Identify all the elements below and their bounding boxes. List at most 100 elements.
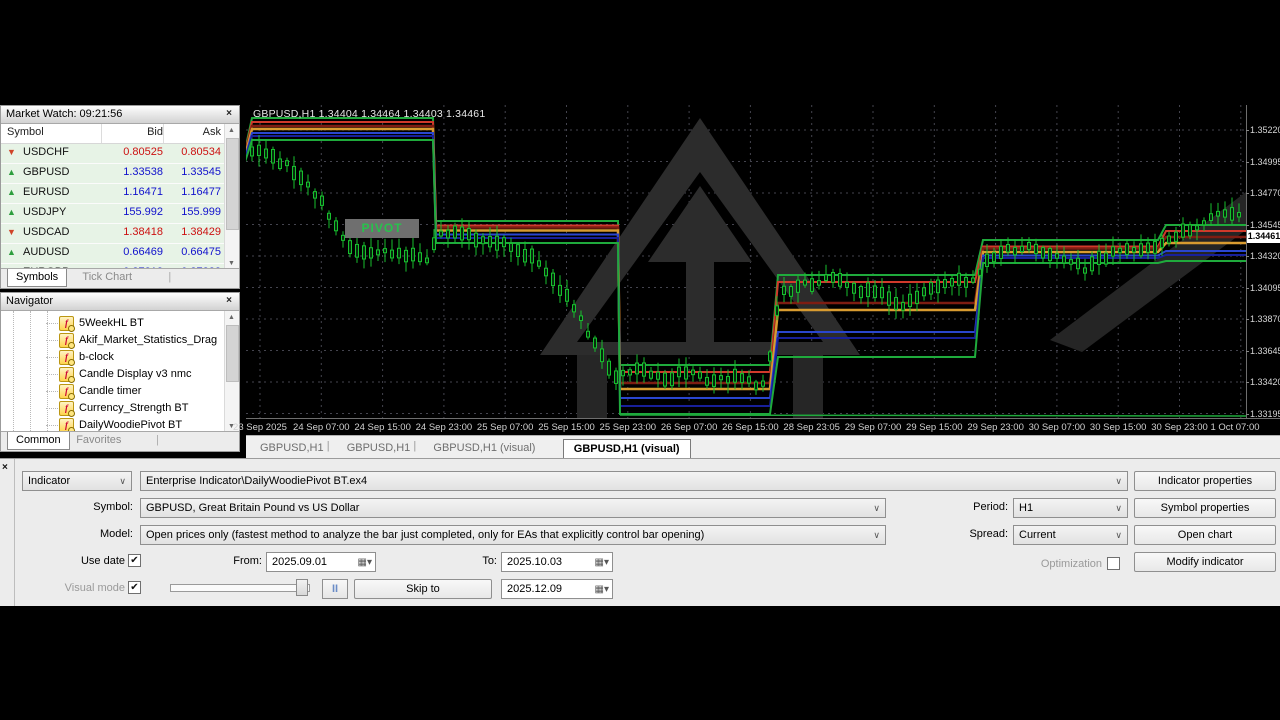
visual-mode-checkbox[interactable]: ✔ <box>128 581 141 594</box>
close-icon[interactable]: × <box>222 294 236 308</box>
market-watch-row[interactable]: ▲USDJPY155.992155.999 <box>1 204 239 224</box>
navigator-tab-favorites[interactable]: Favorites <box>68 432 129 449</box>
chart-area[interactable]: GBPUSD,H1 1.34404 1.34464 1.34403 1.3446… <box>246 105 1280 435</box>
skip-date-field[interactable]: 2025.12.09▦▾ <box>501 579 613 599</box>
navigator-item-5weekhl-bt[interactable]: f5WeekHL BT <box>1 315 239 332</box>
period-select[interactable]: H1∨ <box>1013 498 1128 518</box>
market-watch-rows: ▼USDCHF0.805250.80534▲GBPUSD1.335381.335… <box>1 144 239 272</box>
scroll-up-icon[interactable]: ▲ <box>225 311 238 324</box>
chevron-down-icon: ∨ <box>1115 526 1122 544</box>
chart-tab-2[interactable]: GBPUSD,H1 <box>337 439 421 458</box>
tab-separator: | <box>327 440 330 452</box>
navigator-item-label: Candle timer <box>79 385 141 397</box>
chevron-down-icon: ∨ <box>119 472 126 490</box>
navigator-titlebar[interactable]: Navigator × <box>1 293 239 311</box>
symbol-select[interactable]: GBPUSD, Great Britain Pound vs US Dollar… <box>140 498 886 518</box>
time-axis[interactable]: 23 Sep 202524 Sep 07:0024 Sep 15:0024 Se… <box>246 418 1280 436</box>
period-label: Period: <box>940 501 1008 513</box>
price-tick-label: 1.33645 <box>1250 346 1280 356</box>
chevron-down-icon: ∨ <box>873 526 880 544</box>
indicator-path-value: Enterprise Indicator\DailyWoodiePivot BT… <box>146 475 367 487</box>
price-tick-label: 1.33195 <box>1250 409 1280 419</box>
candlestick-series <box>251 135 1241 395</box>
tester-mode-select[interactable]: Indicator∨ <box>22 471 132 491</box>
symbol-name: USDJPY <box>23 206 66 218</box>
chart-tab-3[interactable]: GBPUSD,H1 (visual) <box>423 439 545 458</box>
chart-tab-bar: GBPUSD,H1|GBPUSD,H1|GBPUSD,H1 (visual)GB… <box>246 435 1280 459</box>
price-tick <box>1246 162 1249 163</box>
navigator-tab-common[interactable]: Common <box>7 432 70 450</box>
navigator-item-candle-timer[interactable]: f Candle timer <box>1 383 239 400</box>
visual-speed-slider[interactable] <box>170 584 310 592</box>
indicator-properties-button[interactable]: Indicator properties <box>1134 471 1276 491</box>
price-tick <box>1246 351 1249 352</box>
chevron-down-icon: ∨ <box>1115 472 1122 490</box>
to-date-field[interactable]: 2025.10.03▦▾ <box>501 552 613 572</box>
navigator-item-label: 5WeekHL BT <box>79 317 144 329</box>
chart-canvas[interactable] <box>246 105 1246 418</box>
spread-select[interactable]: Current∨ <box>1013 525 1128 545</box>
close-icon[interactable]: × <box>2 462 8 473</box>
navigator-item-currency-strength-bt[interactable]: fCurrency_Strength BT <box>1 400 239 417</box>
symbol-properties-button[interactable]: Symbol properties <box>1134 498 1276 518</box>
use-date-checkbox[interactable]: ✔ <box>128 554 141 567</box>
market-watch-row[interactable]: ▼USDCAD1.384181.38429 <box>1 224 239 244</box>
close-icon[interactable]: × <box>222 107 236 121</box>
slider-handle[interactable] <box>296 579 308 596</box>
time-tick-label: 26 Sep 15:00 <box>722 422 779 433</box>
ask-value: 0.66475 <box>165 246 221 258</box>
time-tick-label: 24 Sep 07:00 <box>293 422 350 433</box>
chart-tab-1[interactable]: GBPUSD,H1 <box>250 439 334 458</box>
bid-value: 0.66469 <box>105 246 163 258</box>
market-watch-row[interactable]: ▲GBPUSD1.335381.33545 <box>1 164 239 184</box>
price-tick-label: 1.35220 <box>1250 125 1280 135</box>
skip-to-button[interactable]: Skip to <box>354 579 492 599</box>
navigator-item-akif-market-statistics-drag[interactable]: fAkif_Market_Statistics_Drag <box>1 332 239 349</box>
calendar-icon[interactable]: ▦▾ <box>358 554 372 572</box>
market-watch-header[interactable]: Symbol Bid Ask <box>1 124 239 144</box>
modify-indicator-button[interactable]: Modify indicator <box>1134 552 1276 572</box>
tester-side-strip: × <box>0 459 15 606</box>
price-tick-label: 1.34095 <box>1250 283 1280 293</box>
model-select[interactable]: Open prices only (fastest method to anal… <box>140 525 886 545</box>
time-tick-label: 30 Sep 15:00 <box>1090 422 1147 433</box>
price-tick-label: 1.34995 <box>1250 157 1280 167</box>
time-tick-label: 30 Sep 07:00 <box>1029 422 1086 433</box>
time-tick-label: 25 Sep 07:00 <box>477 422 534 433</box>
pause-button[interactable]: II <box>322 579 348 599</box>
market-watch-titlebar[interactable]: Market Watch: 09:21:56 × <box>1 106 239 124</box>
from-date-field[interactable]: 2025.09.01▦▾ <box>266 552 376 572</box>
market-watch-scrollbar[interactable]: ▲ ▼ <box>224 124 239 270</box>
price-axis[interactable]: 1.352201.349951.347701.345451.343201.340… <box>1246 105 1280 418</box>
scroll-thumb[interactable] <box>226 325 239 382</box>
indicator-path-select[interactable]: Enterprise Indicator\DailyWoodiePivot BT… <box>140 471 1128 491</box>
chart-tab-4[interactable]: GBPUSD,H1 (visual) <box>563 439 691 460</box>
navigator-item-candle-display-v3-nmc[interactable]: fCandle Display v3 nmc <box>1 366 239 383</box>
market-watch-tab-tick-chart[interactable]: Tick Chart <box>74 269 140 286</box>
column-bid: Bid <box>105 126 163 138</box>
visual-mode-label: Visual mode <box>40 582 125 594</box>
ask-value: 1.16477 <box>165 186 221 198</box>
calendar-icon[interactable]: ▦▾ <box>595 581 609 599</box>
time-tick-label: 29 Sep 23:00 <box>967 422 1024 433</box>
navigator-scrollbar[interactable]: ▲ ▼ <box>224 311 239 433</box>
time-tick-label: 29 Sep 15:00 <box>906 422 963 433</box>
model-value: Open prices only (fastest method to anal… <box>146 529 704 541</box>
to-label: To: <box>440 555 497 567</box>
indicator-fx-icon: f <box>59 384 74 399</box>
price-tick <box>1246 130 1249 131</box>
market-watch-row[interactable]: ▲EURUSD1.164711.16477 <box>1 184 239 204</box>
market-watch-row[interactable]: ▼USDCHF0.805250.80534 <box>1 144 239 164</box>
price-tick-label: 1.33870 <box>1250 314 1280 324</box>
calendar-icon[interactable]: ▦▾ <box>595 554 609 572</box>
navigator-item-b-clock[interactable]: fb-clock <box>1 349 239 366</box>
scroll-thumb[interactable] <box>226 138 239 230</box>
indicator-fx-icon: f <box>59 350 74 365</box>
open-chart-button[interactable]: Open chart <box>1134 525 1276 545</box>
ask-value: 1.38429 <box>165 226 221 238</box>
market-watch-row[interactable]: ▲AUDUSD0.664690.66475 <box>1 244 239 264</box>
period-value: H1 <box>1019 502 1033 514</box>
market-watch-tab-symbols[interactable]: Symbols <box>7 269 67 287</box>
scroll-up-icon[interactable]: ▲ <box>225 124 238 137</box>
optimization-checkbox[interactable] <box>1107 557 1120 570</box>
